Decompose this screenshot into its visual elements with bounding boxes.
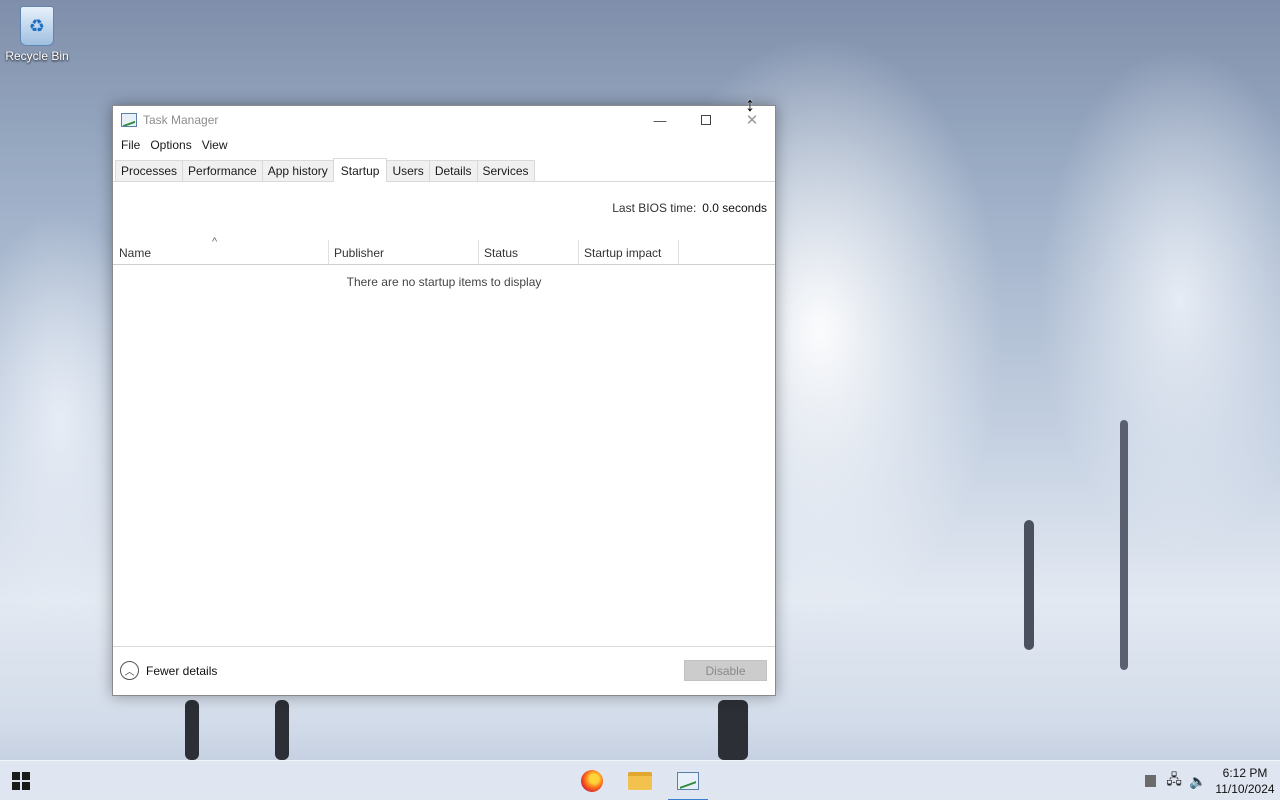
tree-trunk [275,700,289,760]
menu-file[interactable]: File [116,138,145,152]
last-bios-time: Last BIOS time: 0.0 seconds [612,201,767,215]
clock-date: 11/10/2024 [1215,782,1275,796]
menu-bar: File Options View [113,134,775,156]
resize-cursor-icon: ↕ [745,94,755,116]
chevron-up-icon: ︿ [120,661,139,680]
bios-time-value: 0.0 seconds [702,201,767,215]
fewer-details-label: Fewer details [146,663,218,678]
table-header: ^ Name Publisher Status Startup impact [113,236,775,265]
tab-processes[interactable]: Processes [115,160,184,181]
sort-ascending-icon: ^ [212,236,218,248]
fewer-details-button[interactable]: ︿ Fewer details [120,661,217,680]
empty-list-message: There are no startup items to display [346,275,542,289]
taskbar-task-manager[interactable] [664,761,712,800]
maximize-icon [701,115,711,125]
windows-logo-icon [12,772,20,780]
menu-options[interactable]: Options [145,138,196,152]
tab-strip: Processes Performance App history Startu… [113,156,775,182]
column-separator[interactable] [328,240,329,264]
window-title: Task Manager [143,113,219,127]
clock[interactable]: 6:12 PM 11/10/2024 [1210,765,1280,797]
task-manager-icon [121,113,137,127]
folder-icon [628,772,652,790]
taskbar-firefox[interactable] [568,761,616,800]
tray-app-icon[interactable] [1138,761,1162,800]
task-manager-icon [677,772,699,790]
column-separator[interactable] [478,240,479,264]
tab-users[interactable]: Users [386,160,430,181]
recycle-bin-shortcut[interactable]: ♻ Recycle Bin [4,6,70,63]
windows-logo-icon [22,782,30,790]
tab-app-history[interactable]: App history [261,160,334,181]
minimize-button[interactable]: ― [637,106,683,134]
column-status[interactable]: Status [484,246,518,260]
window-footer: ︿ Fewer details Disable [113,646,775,695]
taskbar: 🖧 🔈 6:12 PM 11/10/2024 [0,760,1280,800]
tree-trunk [185,700,199,760]
disable-button[interactable]: Disable [684,660,767,681]
recycle-bin-label: Recycle Bin [5,49,69,63]
windows-logo-icon [12,782,20,790]
column-publisher[interactable]: Publisher [334,246,384,260]
column-separator[interactable] [578,240,579,264]
column-name[interactable]: Name [119,246,151,260]
menu-view[interactable]: View [197,138,233,152]
title-bar[interactable]: Task Manager ― ✕ [113,106,775,134]
clock-time: 6:12 PM [1222,766,1268,780]
tab-startup[interactable]: Startup [332,158,388,182]
column-startup-impact[interactable]: Startup impact [584,246,661,260]
tree-trunk [1024,520,1034,650]
task-manager-window[interactable]: Task Manager ― ✕ File Options View Proce… [112,105,776,696]
tab-performance[interactable]: Performance [182,160,263,181]
start-button[interactable] [12,772,30,790]
maximize-button[interactable] [683,106,729,134]
system-tray: 🖧 🔈 6:12 PM 11/10/2024 [1138,761,1280,800]
tree-trunk [718,700,748,760]
volume-icon[interactable]: 🔈 [1186,761,1210,800]
bios-time-label: Last BIOS time: [612,201,697,215]
firefox-icon [581,770,603,792]
tree-trunk [1120,420,1128,670]
column-separator[interactable] [678,240,679,264]
tab-services[interactable]: Services [476,160,535,181]
taskbar-file-explorer[interactable] [616,761,664,800]
tab-details[interactable]: Details [428,160,478,181]
network-icon[interactable]: 🖧 [1162,761,1186,800]
recycle-bin-icon: ♻ [20,6,54,46]
windows-logo-icon [22,772,30,780]
